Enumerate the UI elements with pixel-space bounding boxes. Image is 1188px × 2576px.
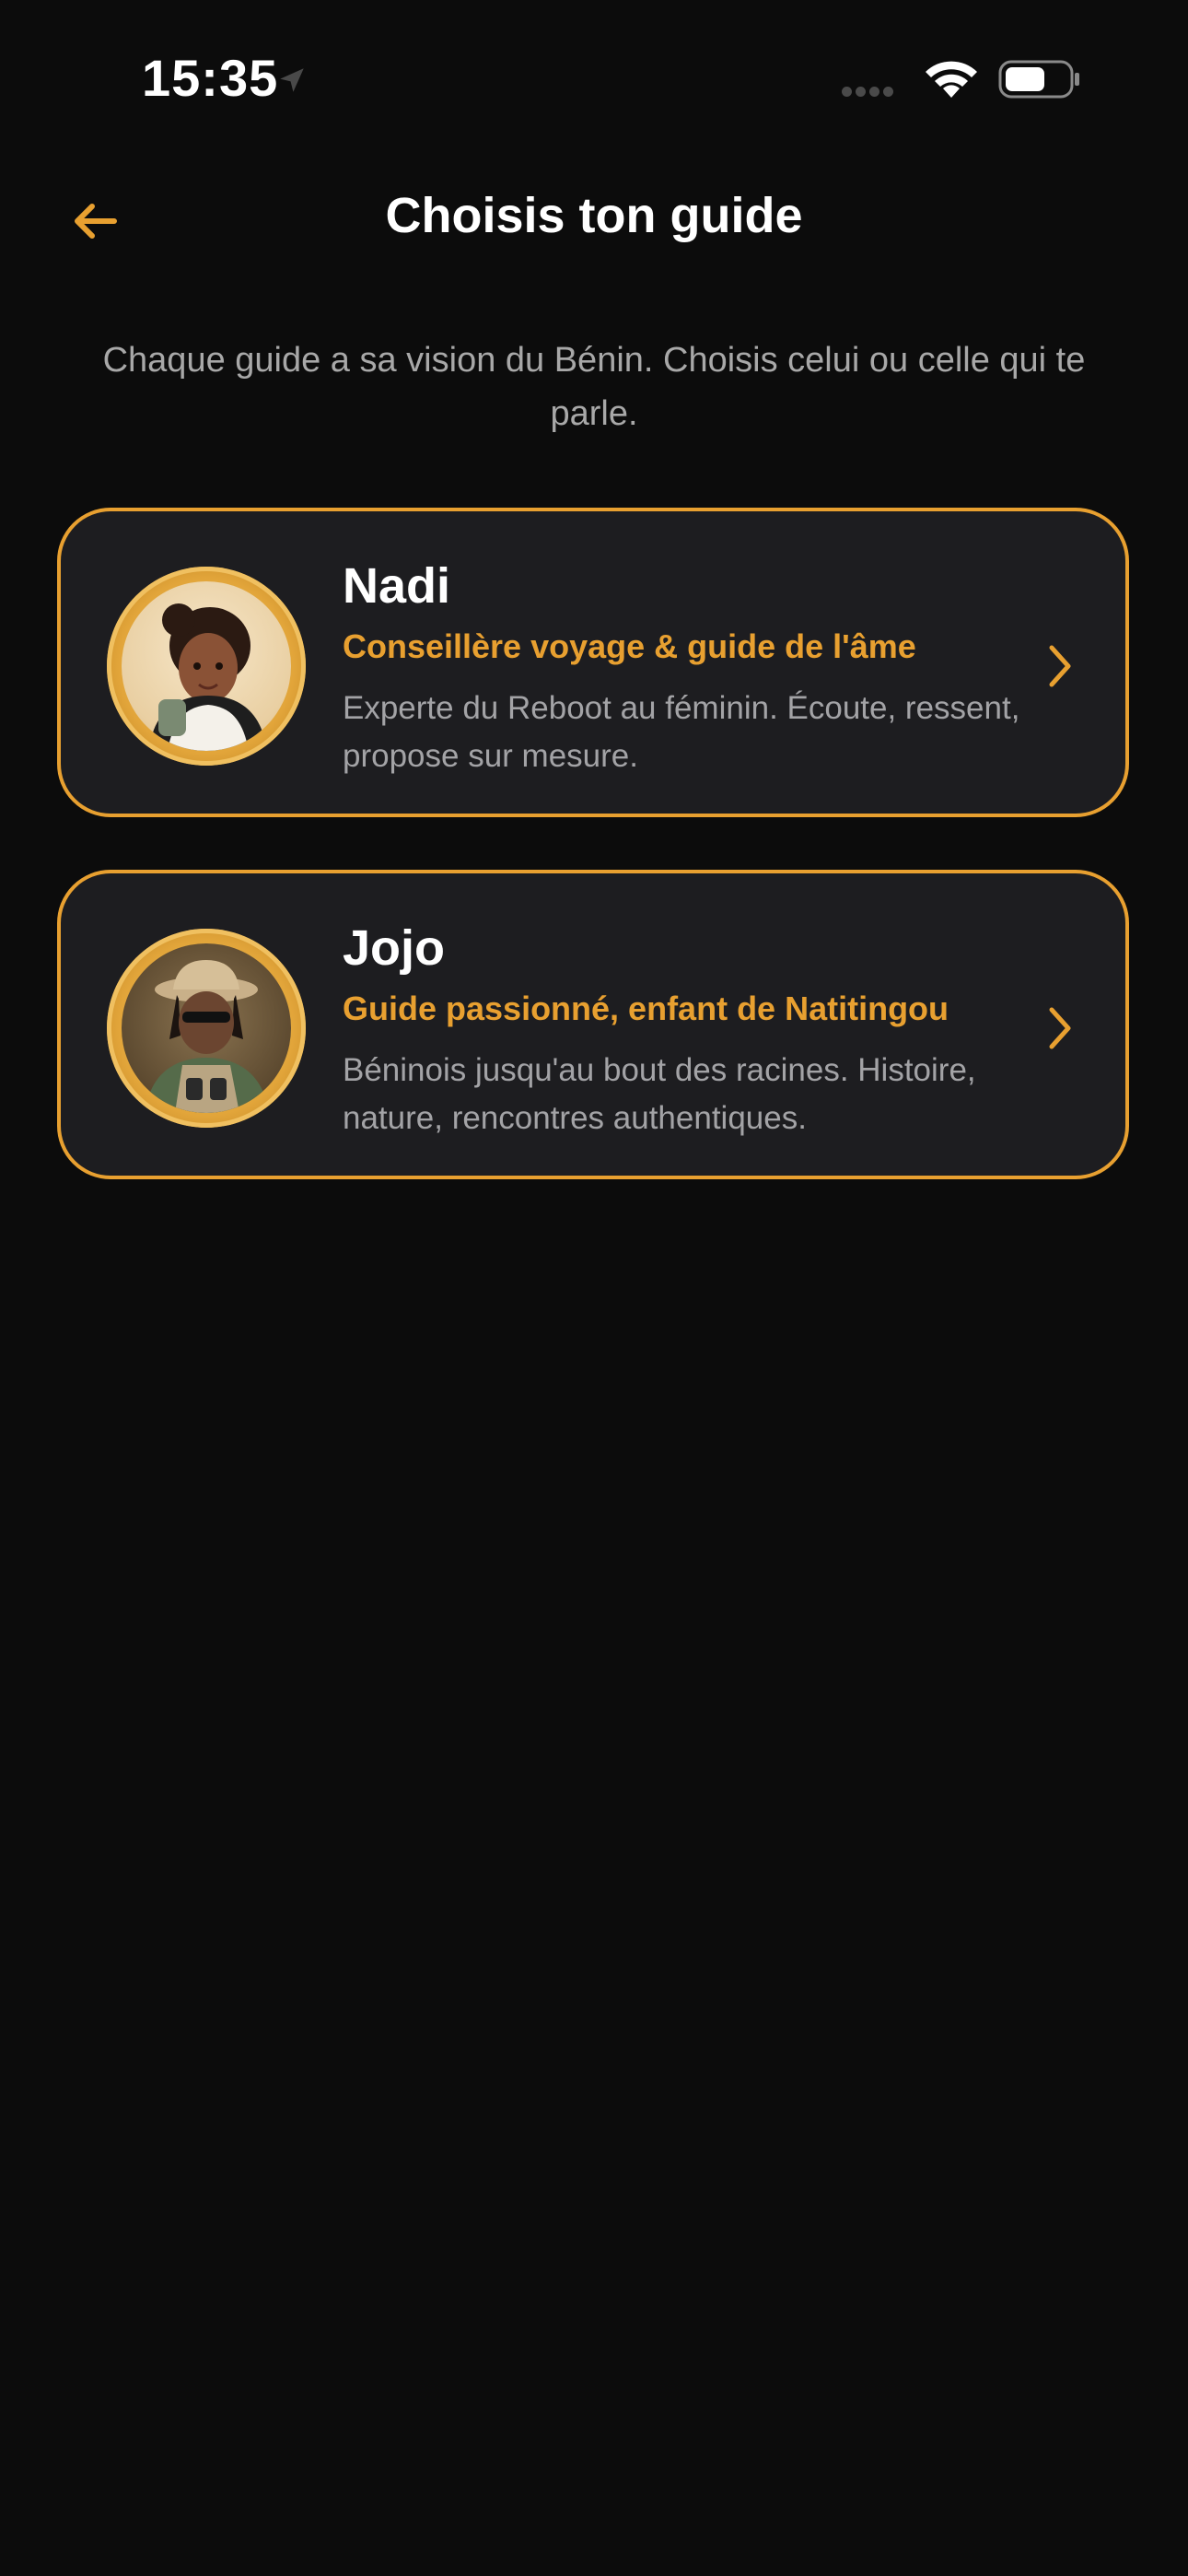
guide-role: Conseillère voyage & guide de l'âme	[343, 627, 916, 665]
location-arrow-icon	[280, 68, 304, 92]
chevron-right-icon	[1049, 645, 1071, 687]
guide-card-nadi[interactable]: Nadi Conseillère voyage & guide de l'âme…	[57, 508, 1129, 817]
guide-name: Jojo	[343, 920, 446, 976]
guide-description: Béninois jusqu'au bout des racines. Hist…	[343, 1052, 976, 1136]
page-title: Choisis ton guide	[385, 188, 803, 243]
guide-description: Experte du Reboot au féminin. Écoute, re…	[343, 690, 1020, 774]
guide-portrait-jojo	[146, 960, 269, 1113]
chevron-right-icon	[1049, 1007, 1071, 1049]
status-time: 15:35	[142, 49, 279, 107]
header: Choisis ton guide	[0, 170, 1188, 272]
page-subtitle: Chaque guide a sa vision du Bénin. Chois…	[102, 341, 1086, 433]
avatar	[107, 929, 306, 1128]
avatar	[107, 567, 306, 766]
status-bar: 15:35	[0, 0, 1188, 157]
guide-card-jojo[interactable]: Jojo Guide passionné, enfant de Natiting…	[57, 870, 1129, 1179]
wifi-icon	[926, 61, 977, 98]
guide-role: Guide passionné, enfant de Natitingou	[343, 989, 949, 1027]
cellular-signal-icon	[842, 85, 897, 101]
battery-icon	[998, 60, 1079, 99]
guide-portrait-nadi	[149, 603, 267, 751]
guide-name: Nadi	[343, 558, 451, 614]
